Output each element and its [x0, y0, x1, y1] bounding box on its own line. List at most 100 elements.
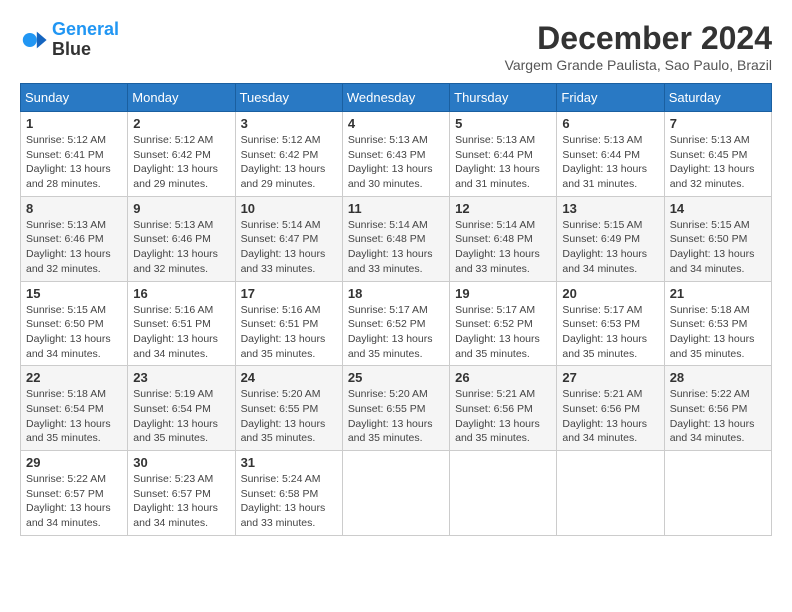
calendar-cell	[664, 451, 771, 536]
day-number: 1	[26, 116, 122, 131]
calendar-week-4: 22 Sunrise: 5:18 AMSunset: 6:54 PMDaylig…	[21, 366, 772, 451]
day-number: 19	[455, 286, 551, 301]
calendar-cell: 22 Sunrise: 5:18 AMSunset: 6:54 PMDaylig…	[21, 366, 128, 451]
day-number: 16	[133, 286, 229, 301]
calendar-week-1: 1 Sunrise: 5:12 AMSunset: 6:41 PMDayligh…	[21, 112, 772, 197]
day-info: Sunrise: 5:18 AMSunset: 6:53 PMDaylight:…	[670, 303, 766, 362]
calendar-week-2: 8 Sunrise: 5:13 AMSunset: 6:46 PMDayligh…	[21, 196, 772, 281]
page-header: General Blue December 2024 Vargem Grande…	[20, 20, 772, 73]
calendar-cell: 3 Sunrise: 5:12 AMSunset: 6:42 PMDayligh…	[235, 112, 342, 197]
day-info: Sunrise: 5:18 AMSunset: 6:54 PMDaylight:…	[26, 387, 122, 446]
calendar-cell: 29 Sunrise: 5:22 AMSunset: 6:57 PMDaylig…	[21, 451, 128, 536]
day-number: 20	[562, 286, 658, 301]
calendar-cell: 18 Sunrise: 5:17 AMSunset: 6:52 PMDaylig…	[342, 281, 449, 366]
calendar-week-3: 15 Sunrise: 5:15 AMSunset: 6:50 PMDaylig…	[21, 281, 772, 366]
day-info: Sunrise: 5:21 AMSunset: 6:56 PMDaylight:…	[562, 387, 658, 446]
day-info: Sunrise: 5:13 AMSunset: 6:45 PMDaylight:…	[670, 133, 766, 192]
calendar-cell	[342, 451, 449, 536]
day-info: Sunrise: 5:20 AMSunset: 6:55 PMDaylight:…	[241, 387, 337, 446]
calendar-cell: 30 Sunrise: 5:23 AMSunset: 6:57 PMDaylig…	[128, 451, 235, 536]
day-info: Sunrise: 5:22 AMSunset: 6:57 PMDaylight:…	[26, 472, 122, 531]
day-info: Sunrise: 5:15 AMSunset: 6:49 PMDaylight:…	[562, 218, 658, 277]
day-number: 9	[133, 201, 229, 216]
calendar-cell	[450, 451, 557, 536]
day-number: 29	[26, 455, 122, 470]
month-title: December 2024	[505, 20, 772, 57]
calendar-cell: 31 Sunrise: 5:24 AMSunset: 6:58 PMDaylig…	[235, 451, 342, 536]
calendar-header-tuesday: Tuesday	[235, 84, 342, 112]
day-info: Sunrise: 5:13 AMSunset: 6:44 PMDaylight:…	[455, 133, 551, 192]
calendar-cell: 6 Sunrise: 5:13 AMSunset: 6:44 PMDayligh…	[557, 112, 664, 197]
calendar-cell: 8 Sunrise: 5:13 AMSunset: 6:46 PMDayligh…	[21, 196, 128, 281]
day-number: 2	[133, 116, 229, 131]
day-info: Sunrise: 5:16 AMSunset: 6:51 PMDaylight:…	[241, 303, 337, 362]
day-number: 15	[26, 286, 122, 301]
calendar-cell: 14 Sunrise: 5:15 AMSunset: 6:50 PMDaylig…	[664, 196, 771, 281]
calendar-cell: 28 Sunrise: 5:22 AMSunset: 6:56 PMDaylig…	[664, 366, 771, 451]
calendar-cell: 27 Sunrise: 5:21 AMSunset: 6:56 PMDaylig…	[557, 366, 664, 451]
day-number: 7	[670, 116, 766, 131]
calendar-cell: 26 Sunrise: 5:21 AMSunset: 6:56 PMDaylig…	[450, 366, 557, 451]
calendar-cell: 13 Sunrise: 5:15 AMSunset: 6:49 PMDaylig…	[557, 196, 664, 281]
calendar-cell: 24 Sunrise: 5:20 AMSunset: 6:55 PMDaylig…	[235, 366, 342, 451]
day-info: Sunrise: 5:12 AMSunset: 6:42 PMDaylight:…	[241, 133, 337, 192]
day-number: 10	[241, 201, 337, 216]
day-number: 30	[133, 455, 229, 470]
day-info: Sunrise: 5:13 AMSunset: 6:46 PMDaylight:…	[26, 218, 122, 277]
day-number: 31	[241, 455, 337, 470]
location: Vargem Grande Paulista, Sao Paulo, Brazi…	[505, 57, 772, 73]
calendar-cell: 17 Sunrise: 5:16 AMSunset: 6:51 PMDaylig…	[235, 281, 342, 366]
day-info: Sunrise: 5:15 AMSunset: 6:50 PMDaylight:…	[26, 303, 122, 362]
day-info: Sunrise: 5:24 AMSunset: 6:58 PMDaylight:…	[241, 472, 337, 531]
day-info: Sunrise: 5:14 AMSunset: 6:47 PMDaylight:…	[241, 218, 337, 277]
day-number: 24	[241, 370, 337, 385]
day-info: Sunrise: 5:19 AMSunset: 6:54 PMDaylight:…	[133, 387, 229, 446]
calendar-header-friday: Friday	[557, 84, 664, 112]
calendar-header-monday: Monday	[128, 84, 235, 112]
calendar-cell: 15 Sunrise: 5:15 AMSunset: 6:50 PMDaylig…	[21, 281, 128, 366]
day-info: Sunrise: 5:17 AMSunset: 6:52 PMDaylight:…	[455, 303, 551, 362]
day-number: 6	[562, 116, 658, 131]
calendar-header-thursday: Thursday	[450, 84, 557, 112]
day-info: Sunrise: 5:17 AMSunset: 6:53 PMDaylight:…	[562, 303, 658, 362]
day-number: 25	[348, 370, 444, 385]
day-number: 21	[670, 286, 766, 301]
day-number: 26	[455, 370, 551, 385]
day-number: 14	[670, 201, 766, 216]
calendar-cell: 11 Sunrise: 5:14 AMSunset: 6:48 PMDaylig…	[342, 196, 449, 281]
day-number: 23	[133, 370, 229, 385]
day-info: Sunrise: 5:12 AMSunset: 6:41 PMDaylight:…	[26, 133, 122, 192]
calendar-cell: 2 Sunrise: 5:12 AMSunset: 6:42 PMDayligh…	[128, 112, 235, 197]
calendar-cell: 16 Sunrise: 5:16 AMSunset: 6:51 PMDaylig…	[128, 281, 235, 366]
day-number: 18	[348, 286, 444, 301]
day-info: Sunrise: 5:15 AMSunset: 6:50 PMDaylight:…	[670, 218, 766, 277]
day-info: Sunrise: 5:21 AMSunset: 6:56 PMDaylight:…	[455, 387, 551, 446]
calendar-cell: 25 Sunrise: 5:20 AMSunset: 6:55 PMDaylig…	[342, 366, 449, 451]
day-number: 3	[241, 116, 337, 131]
day-number: 11	[348, 201, 444, 216]
calendar-cell	[557, 451, 664, 536]
day-number: 5	[455, 116, 551, 131]
day-info: Sunrise: 5:23 AMSunset: 6:57 PMDaylight:…	[133, 472, 229, 531]
day-number: 22	[26, 370, 122, 385]
day-number: 13	[562, 201, 658, 216]
calendar-header-row: SundayMondayTuesdayWednesdayThursdayFrid…	[21, 84, 772, 112]
day-info: Sunrise: 5:16 AMSunset: 6:51 PMDaylight:…	[133, 303, 229, 362]
day-info: Sunrise: 5:17 AMSunset: 6:52 PMDaylight:…	[348, 303, 444, 362]
logo-text: General Blue	[52, 20, 119, 60]
calendar-cell: 23 Sunrise: 5:19 AMSunset: 6:54 PMDaylig…	[128, 366, 235, 451]
day-info: Sunrise: 5:22 AMSunset: 6:56 PMDaylight:…	[670, 387, 766, 446]
calendar-cell: 19 Sunrise: 5:17 AMSunset: 6:52 PMDaylig…	[450, 281, 557, 366]
calendar-cell: 12 Sunrise: 5:14 AMSunset: 6:48 PMDaylig…	[450, 196, 557, 281]
calendar-cell: 21 Sunrise: 5:18 AMSunset: 6:53 PMDaylig…	[664, 281, 771, 366]
calendar-cell: 9 Sunrise: 5:13 AMSunset: 6:46 PMDayligh…	[128, 196, 235, 281]
calendar-cell: 1 Sunrise: 5:12 AMSunset: 6:41 PMDayligh…	[21, 112, 128, 197]
calendar-cell: 7 Sunrise: 5:13 AMSunset: 6:45 PMDayligh…	[664, 112, 771, 197]
calendar-cell: 4 Sunrise: 5:13 AMSunset: 6:43 PMDayligh…	[342, 112, 449, 197]
day-number: 8	[26, 201, 122, 216]
calendar-cell: 5 Sunrise: 5:13 AMSunset: 6:44 PMDayligh…	[450, 112, 557, 197]
logo: General Blue	[20, 20, 119, 60]
day-info: Sunrise: 5:13 AMSunset: 6:44 PMDaylight:…	[562, 133, 658, 192]
day-info: Sunrise: 5:13 AMSunset: 6:43 PMDaylight:…	[348, 133, 444, 192]
day-number: 28	[670, 370, 766, 385]
